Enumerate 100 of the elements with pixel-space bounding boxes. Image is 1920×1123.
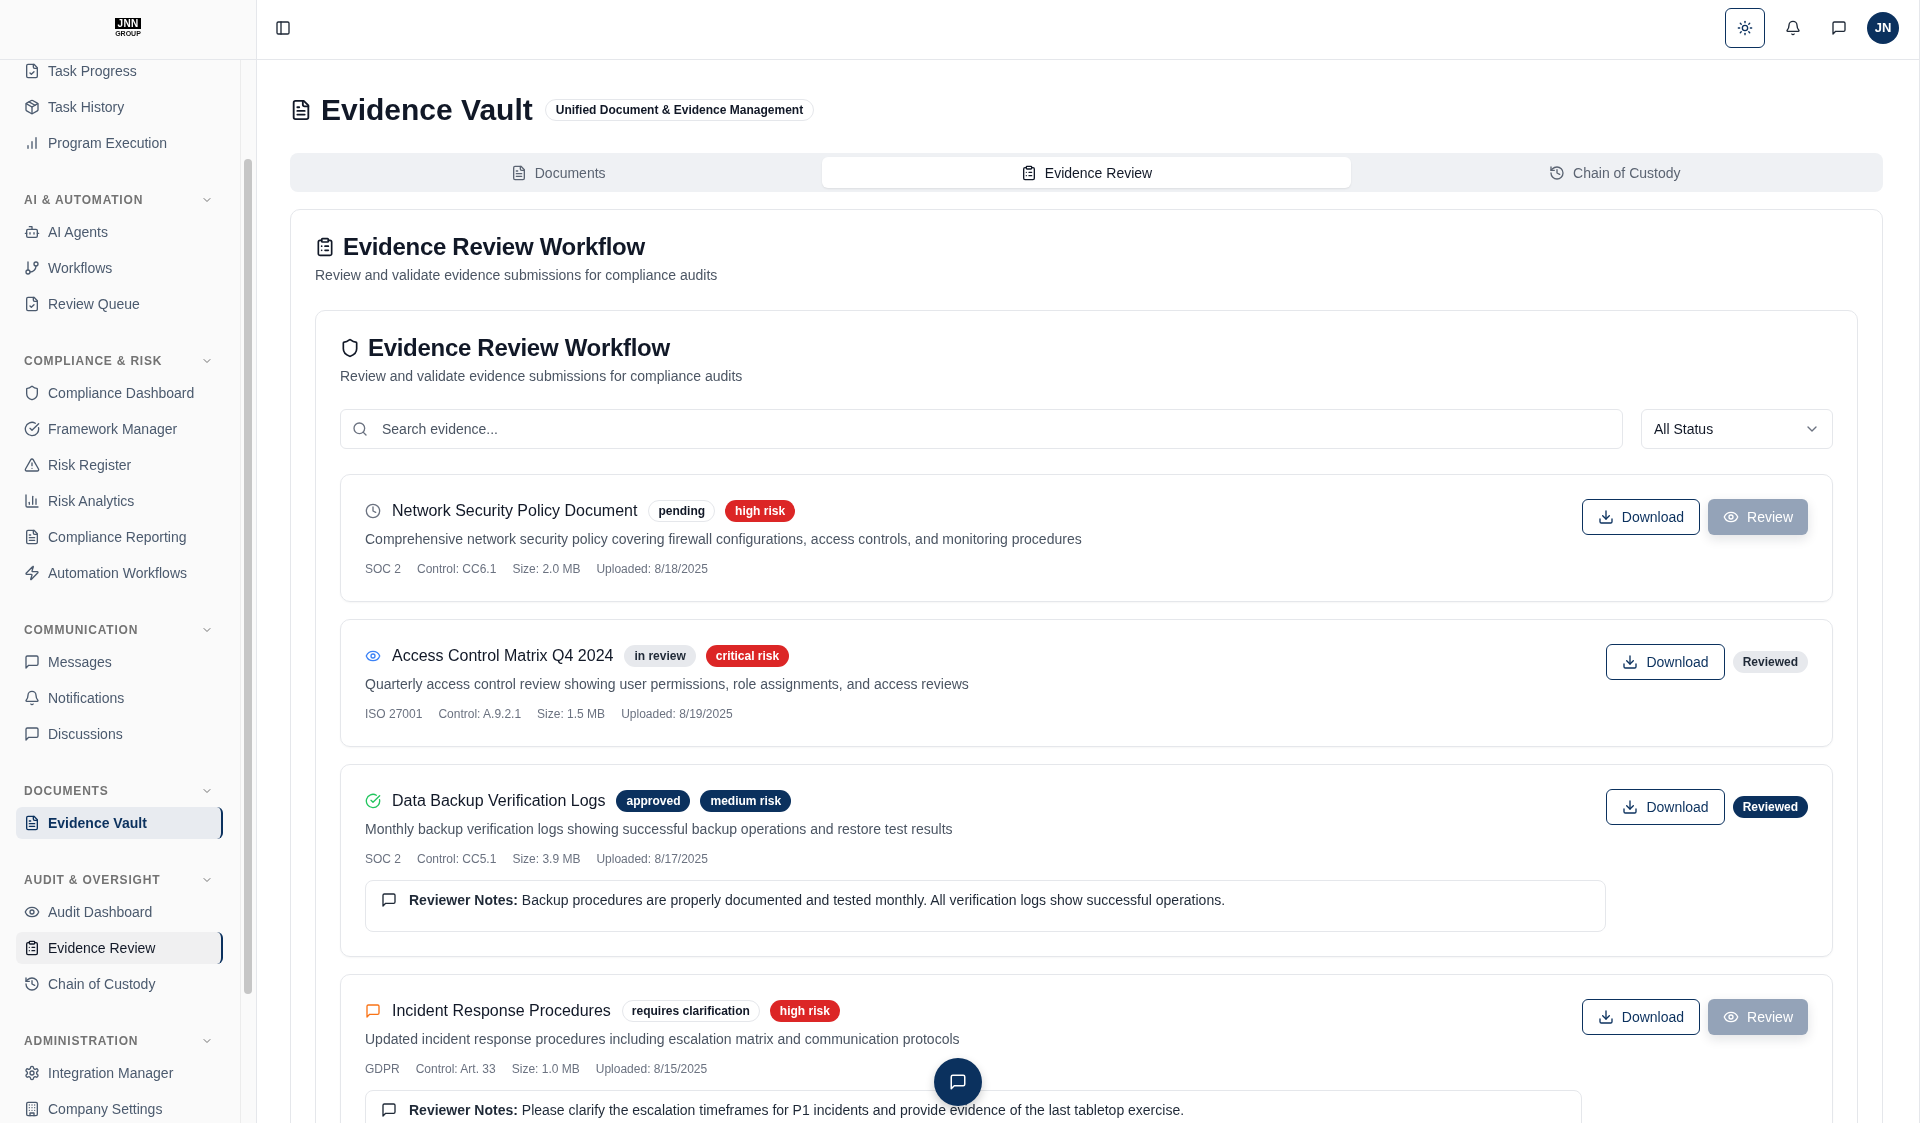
meta-text: Size: 1.0 MB [511, 1061, 580, 1077]
document-icon [24, 815, 40, 831]
chat-bubble-icon [24, 726, 40, 742]
status-dropdown[interactable]: All Status [1641, 409, 1833, 449]
sidebar-item[interactable]: Automation Workflows [16, 557, 223, 589]
clipboard-icon [24, 940, 40, 956]
branch-icon [24, 260, 40, 276]
panel-subtitle: Review and validate evidence submissions for compliance audits [315, 266, 719, 285]
tab[interactable]: Documents [294, 157, 823, 188]
sidebar-item[interactable]: Compliance Reporting [16, 521, 223, 553]
sidebar-item[interactable]: Integration Manager [16, 1057, 223, 1089]
risk-tag: high risk [769, 1000, 840, 1022]
status-tag: requires clarification [621, 1000, 760, 1022]
tab[interactable]: Chain of Custody [1350, 157, 1879, 188]
sidebar-item[interactable]: Audit Dashboard [16, 896, 223, 928]
robot-icon [24, 224, 40, 240]
lightning-icon [24, 565, 40, 581]
sidebar-item[interactable]: Workflows [16, 252, 223, 284]
theme-button[interactable] [1725, 7, 1765, 48]
sidebar-item[interactable]: AI Agents [16, 216, 223, 248]
download-icon [1597, 1009, 1614, 1025]
file-check-icon [24, 63, 40, 79]
download-button[interactable]: Download [1606, 789, 1725, 825]
search-icon [352, 421, 368, 437]
logo-mark: JNN [114, 18, 142, 29]
risk-tag: high risk [725, 500, 796, 522]
download-icon [1622, 654, 1639, 670]
chat-bubble-icon [381, 892, 397, 908]
download-icon [1597, 509, 1614, 525]
clipboard-icon [1020, 164, 1037, 181]
sidebar-item[interactable]: Compliance Dashboard [16, 377, 223, 409]
download-button[interactable]: Download [1581, 999, 1701, 1035]
shield-icon [24, 385, 40, 401]
document-icon [24, 529, 40, 545]
chat-bubble-icon [365, 1003, 381, 1019]
meta-text: Uploaded: 8/15/2025 [595, 1061, 708, 1077]
sun-icon [1737, 19, 1753, 36]
sidebar-item[interactable]: Evidence Vault [16, 807, 223, 839]
scrollbar[interactable] [244, 159, 252, 994]
meta-text: Size: 1.5 MB [537, 706, 606, 722]
download-icon [1622, 799, 1639, 815]
meta-text: GDPR [365, 1061, 400, 1077]
section-header[interactable]: COMPLIANCE & RISK [16, 351, 223, 371]
sidebar-toggle-icon[interactable] [275, 19, 291, 36]
eye-icon [365, 648, 381, 664]
building-icon [24, 1101, 40, 1117]
sidebar-item[interactable]: Risk Analytics [16, 485, 223, 517]
meta-text: SOC 2 [365, 851, 401, 867]
sidebar-item[interactable]: Task History [16, 91, 223, 123]
download-button[interactable]: Download [1606, 644, 1725, 680]
sidebar-item[interactable]: Chain of Custody [16, 968, 223, 1000]
evidence-description: Monthly backup verification logs showing successful backup operations and restore test results [365, 820, 954, 839]
download-button[interactable]: Download [1581, 499, 1701, 535]
sidebar-item[interactable]: Evidence Review [16, 932, 223, 964]
bar-chart-icon [24, 493, 40, 509]
meta-text: Uploaded: 8/19/2025 [621, 706, 733, 722]
clipboard-icon [315, 237, 335, 257]
sidebar-item[interactable]: Risk Register [16, 449, 223, 481]
bell-icon [24, 690, 40, 706]
sidebar-item[interactable]: Messages [16, 646, 223, 678]
clock-icon [365, 503, 381, 519]
eye-icon [24, 904, 40, 920]
cube-icon [24, 99, 40, 115]
sidebar-item[interactable]: Company Settings [16, 1093, 223, 1123]
meta-text: Control: CC6.1 [417, 561, 497, 577]
reviewed-tag: Reviewed [1732, 651, 1808, 673]
chat-bubble-icon[interactable] [1831, 19, 1847, 36]
document-icon [290, 99, 312, 121]
shield-icon [340, 338, 360, 358]
search-field[interactable]: Search evidence... [340, 409, 1623, 449]
risk-tag: critical risk [705, 645, 790, 667]
status-tag: approved [616, 790, 691, 812]
meta-text: Control: CC5.1 [417, 851, 497, 867]
file-check-icon [24, 296, 40, 312]
panel-title: Evidence Review Workflow [343, 233, 645, 261]
meta-text: SOC 2 [365, 561, 401, 577]
meta-text: Control: A.9.2.1 [438, 706, 522, 722]
sidebar-item[interactable]: Framework Manager [16, 413, 223, 445]
panel-subtitle: Review and validate evidence submissions for compliance audits [340, 367, 744, 386]
section-header[interactable]: ADMINISTRATION [16, 1031, 223, 1051]
meta-text: ISO 27001 [365, 706, 423, 722]
panel-title: Evidence Review Workflow [368, 334, 670, 362]
sidebar-item[interactable]: Program Execution [16, 127, 223, 159]
section-header[interactable]: DOCUMENTS [16, 781, 223, 801]
tab[interactable]: Evidence Review [822, 157, 1351, 188]
evidence-description: Comprehensive network security policy covering firewall configurations, access controls, and monitoring procedures [365, 530, 1083, 549]
status-tag: pending [648, 500, 716, 522]
section-header[interactable]: COMMUNICATION [16, 620, 223, 640]
sidebar-item[interactable]: Task Progress [16, 60, 223, 87]
page-title: Evidence Vault [321, 92, 533, 128]
bell-icon[interactable] [1785, 19, 1801, 36]
section-header[interactable]: AI & AUTOMATION [16, 190, 223, 210]
reviewer-notes: Reviewer Notes: Please clarify the escalation timeframes for P1 incidents and provide evidence of the last tabletop exercise. [409, 1101, 1185, 1119]
avatar[interactable]: JN [1867, 11, 1899, 44]
history-icon [24, 976, 40, 992]
sidebar-item[interactable]: Review Queue [16, 288, 223, 320]
evidence-title: Data Backup Verification Logs [392, 791, 606, 811]
sidebar-item[interactable]: Notifications [16, 682, 223, 714]
sidebar-item[interactable]: Discussions [16, 718, 223, 750]
section-header[interactable]: AUDIT & OVERSIGHT [16, 870, 223, 890]
